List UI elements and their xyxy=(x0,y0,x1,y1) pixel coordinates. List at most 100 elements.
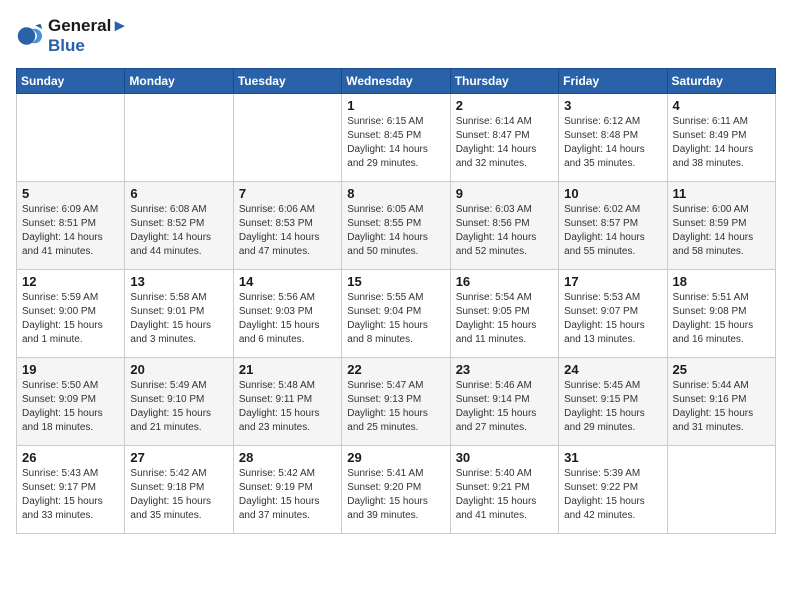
day-number: 3 xyxy=(564,98,661,113)
day-number: 17 xyxy=(564,274,661,289)
day-number: 19 xyxy=(22,362,119,377)
day-number: 23 xyxy=(456,362,553,377)
calendar-cell: 21 Sunrise: 5:48 AMSunset: 9:11 PMDaylig… xyxy=(233,358,341,446)
day-number: 11 xyxy=(673,186,770,201)
calendar-cell: 12 Sunrise: 5:59 AMSunset: 9:00 PMDaylig… xyxy=(17,270,125,358)
day-number: 13 xyxy=(130,274,227,289)
calendar-week-row: 12 Sunrise: 5:59 AMSunset: 9:00 PMDaylig… xyxy=(17,270,776,358)
day-number: 10 xyxy=(564,186,661,201)
day-number: 21 xyxy=(239,362,336,377)
day-number: 1 xyxy=(347,98,444,113)
day-info: Sunrise: 5:58 AMSunset: 9:01 PMDaylight:… xyxy=(130,291,227,347)
day-number: 18 xyxy=(673,274,770,289)
day-number: 12 xyxy=(22,274,119,289)
day-info: Sunrise: 6:15 AMSunset: 8:45 PMDaylight:… xyxy=(347,115,444,171)
day-info: Sunrise: 6:09 AMSunset: 8:51 PMDaylight:… xyxy=(22,203,119,259)
day-number: 30 xyxy=(456,450,553,465)
calendar-cell: 15 Sunrise: 5:55 AMSunset: 9:04 PMDaylig… xyxy=(342,270,450,358)
day-number: 27 xyxy=(130,450,227,465)
day-info: Sunrise: 5:46 AMSunset: 9:14 PMDaylight:… xyxy=(456,379,553,435)
day-info: Sunrise: 5:43 AMSunset: 9:17 PMDaylight:… xyxy=(22,467,119,523)
calendar-cell: 25 Sunrise: 5:44 AMSunset: 9:16 PMDaylig… xyxy=(667,358,775,446)
day-info: Sunrise: 6:06 AMSunset: 8:53 PMDaylight:… xyxy=(239,203,336,259)
calendar-week-row: 19 Sunrise: 5:50 AMSunset: 9:09 PMDaylig… xyxy=(17,358,776,446)
calendar-cell: 17 Sunrise: 5:53 AMSunset: 9:07 PMDaylig… xyxy=(559,270,667,358)
calendar-cell: 26 Sunrise: 5:43 AMSunset: 9:17 PMDaylig… xyxy=(17,446,125,534)
calendar-cell: 18 Sunrise: 5:51 AMSunset: 9:08 PMDaylig… xyxy=(667,270,775,358)
day-info: Sunrise: 6:03 AMSunset: 8:56 PMDaylight:… xyxy=(456,203,553,259)
day-number: 8 xyxy=(347,186,444,201)
calendar-cell: 14 Sunrise: 5:56 AMSunset: 9:03 PMDaylig… xyxy=(233,270,341,358)
calendar-cell: 6 Sunrise: 6:08 AMSunset: 8:52 PMDayligh… xyxy=(125,182,233,270)
day-number: 5 xyxy=(22,186,119,201)
day-of-week-header: Sunday xyxy=(17,69,125,94)
day-of-week-header: Saturday xyxy=(667,69,775,94)
day-info: Sunrise: 5:55 AMSunset: 9:04 PMDaylight:… xyxy=(347,291,444,347)
day-info: Sunrise: 5:47 AMSunset: 9:13 PMDaylight:… xyxy=(347,379,444,435)
day-info: Sunrise: 5:50 AMSunset: 9:09 PMDaylight:… xyxy=(22,379,119,435)
calendar-cell: 3 Sunrise: 6:12 AMSunset: 8:48 PMDayligh… xyxy=(559,94,667,182)
calendar-cell: 23 Sunrise: 5:46 AMSunset: 9:14 PMDaylig… xyxy=(450,358,558,446)
day-number: 7 xyxy=(239,186,336,201)
calendar-cell: 29 Sunrise: 5:41 AMSunset: 9:20 PMDaylig… xyxy=(342,446,450,534)
day-info: Sunrise: 5:41 AMSunset: 9:20 PMDaylight:… xyxy=(347,467,444,523)
day-info: Sunrise: 5:56 AMSunset: 9:03 PMDaylight:… xyxy=(239,291,336,347)
day-info: Sunrise: 5:40 AMSunset: 9:21 PMDaylight:… xyxy=(456,467,553,523)
day-info: Sunrise: 5:49 AMSunset: 9:10 PMDaylight:… xyxy=(130,379,227,435)
day-info: Sunrise: 5:59 AMSunset: 9:00 PMDaylight:… xyxy=(22,291,119,347)
day-of-week-header: Wednesday xyxy=(342,69,450,94)
day-number: 25 xyxy=(673,362,770,377)
day-number: 15 xyxy=(347,274,444,289)
calendar-week-row: 5 Sunrise: 6:09 AMSunset: 8:51 PMDayligh… xyxy=(17,182,776,270)
day-info: Sunrise: 6:02 AMSunset: 8:57 PMDaylight:… xyxy=(564,203,661,259)
day-of-week-header: Monday xyxy=(125,69,233,94)
calendar-cell: 7 Sunrise: 6:06 AMSunset: 8:53 PMDayligh… xyxy=(233,182,341,270)
day-info: Sunrise: 6:14 AMSunset: 8:47 PMDaylight:… xyxy=(456,115,553,171)
day-info: Sunrise: 5:48 AMSunset: 9:11 PMDaylight:… xyxy=(239,379,336,435)
day-info: Sunrise: 6:12 AMSunset: 8:48 PMDaylight:… xyxy=(564,115,661,171)
calendar-cell: 4 Sunrise: 6:11 AMSunset: 8:49 PMDayligh… xyxy=(667,94,775,182)
calendar-week-row: 1 Sunrise: 6:15 AMSunset: 8:45 PMDayligh… xyxy=(17,94,776,182)
calendar-cell: 8 Sunrise: 6:05 AMSunset: 8:55 PMDayligh… xyxy=(342,182,450,270)
calendar-cell: 30 Sunrise: 5:40 AMSunset: 9:21 PMDaylig… xyxy=(450,446,558,534)
day-number: 29 xyxy=(347,450,444,465)
logo-icon xyxy=(16,22,44,50)
day-info: Sunrise: 5:44 AMSunset: 9:16 PMDaylight:… xyxy=(673,379,770,435)
calendar-cell: 20 Sunrise: 5:49 AMSunset: 9:10 PMDaylig… xyxy=(125,358,233,446)
day-info: Sunrise: 5:39 AMSunset: 9:22 PMDaylight:… xyxy=(564,467,661,523)
calendar-cell: 22 Sunrise: 5:47 AMSunset: 9:13 PMDaylig… xyxy=(342,358,450,446)
calendar-cell: 1 Sunrise: 6:15 AMSunset: 8:45 PMDayligh… xyxy=(342,94,450,182)
day-info: Sunrise: 5:54 AMSunset: 9:05 PMDaylight:… xyxy=(456,291,553,347)
calendar-cell: 5 Sunrise: 6:09 AMSunset: 8:51 PMDayligh… xyxy=(17,182,125,270)
calendar-cell: 31 Sunrise: 5:39 AMSunset: 9:22 PMDaylig… xyxy=(559,446,667,534)
calendar: SundayMondayTuesdayWednesdayThursdayFrid… xyxy=(16,68,776,534)
day-info: Sunrise: 5:53 AMSunset: 9:07 PMDaylight:… xyxy=(564,291,661,347)
logo: General► Blue xyxy=(16,16,128,56)
calendar-cell xyxy=(17,94,125,182)
calendar-cell: 9 Sunrise: 6:03 AMSunset: 8:56 PMDayligh… xyxy=(450,182,558,270)
calendar-cell: 11 Sunrise: 6:00 AMSunset: 8:59 PMDaylig… xyxy=(667,182,775,270)
calendar-cell: 10 Sunrise: 6:02 AMSunset: 8:57 PMDaylig… xyxy=(559,182,667,270)
day-of-week-header: Friday xyxy=(559,69,667,94)
calendar-cell: 28 Sunrise: 5:42 AMSunset: 9:19 PMDaylig… xyxy=(233,446,341,534)
day-info: Sunrise: 5:51 AMSunset: 9:08 PMDaylight:… xyxy=(673,291,770,347)
calendar-cell xyxy=(125,94,233,182)
day-number: 9 xyxy=(456,186,553,201)
day-info: Sunrise: 6:05 AMSunset: 8:55 PMDaylight:… xyxy=(347,203,444,259)
day-number: 26 xyxy=(22,450,119,465)
calendar-cell xyxy=(233,94,341,182)
logo-text: General► Blue xyxy=(48,16,128,56)
day-number: 20 xyxy=(130,362,227,377)
day-info: Sunrise: 6:00 AMSunset: 8:59 PMDaylight:… xyxy=(673,203,770,259)
day-info: Sunrise: 5:42 AMSunset: 9:19 PMDaylight:… xyxy=(239,467,336,523)
day-info: Sunrise: 6:08 AMSunset: 8:52 PMDaylight:… xyxy=(130,203,227,259)
calendar-cell: 19 Sunrise: 5:50 AMSunset: 9:09 PMDaylig… xyxy=(17,358,125,446)
page-header: General► Blue xyxy=(16,16,776,56)
day-number: 31 xyxy=(564,450,661,465)
calendar-cell: 2 Sunrise: 6:14 AMSunset: 8:47 PMDayligh… xyxy=(450,94,558,182)
day-number: 14 xyxy=(239,274,336,289)
day-number: 24 xyxy=(564,362,661,377)
day-of-week-header: Thursday xyxy=(450,69,558,94)
day-of-week-header: Tuesday xyxy=(233,69,341,94)
calendar-cell: 24 Sunrise: 5:45 AMSunset: 9:15 PMDaylig… xyxy=(559,358,667,446)
